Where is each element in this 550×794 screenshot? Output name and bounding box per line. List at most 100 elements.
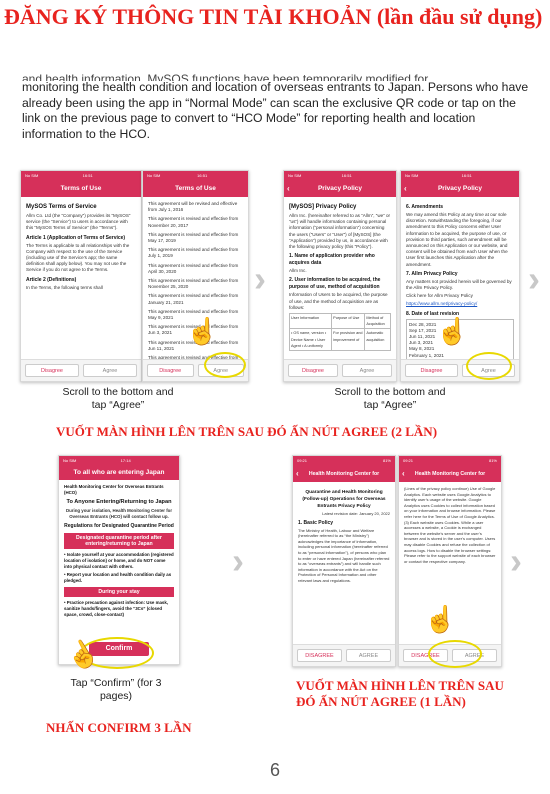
- caption-terms: Scroll to the bottom and tap “Agree”: [62, 386, 174, 411]
- tap-hand-icon: ☝: [436, 316, 469, 346]
- agree-highlight-circle: [204, 352, 246, 378]
- privacy-section-7-text-b: Click here for Allm Privacy Policy: [406, 293, 473, 299]
- revision-list: This agreement will be revised and effec…: [143, 197, 248, 374]
- privacy-section-2: 2. User information to be acquired, the …: [289, 277, 381, 291]
- hco-bullet-3: • Practice precaution against infection:…: [64, 600, 169, 617]
- qhm-basic-policy: 1. Basic Policy: [298, 519, 334, 526]
- privacy-nav-bar: ‹ Privacy Policy: [401, 181, 519, 197]
- terms-bottom-screen: No SIM 16:51 Terms of Use This agreement …: [142, 170, 249, 382]
- privacy-section-1: 1. Name of application provider who acqu…: [289, 253, 375, 267]
- agree-highlight-circle: [428, 640, 482, 668]
- terms-nav-bar: Terms of Use: [143, 181, 248, 197]
- instruction-confirm-3: NHẤN CONFIRM 3 LẦN: [46, 720, 192, 735]
- qhm-bottom-paragraph: (Lines of the privacy policy continue) U…: [404, 486, 496, 564]
- status-bar: No SIM 16:51: [143, 171, 248, 181]
- privacy-section-6-text: We may amend this Policy at any time at …: [406, 212, 508, 267]
- hco-nav-bar: To all who are entering Japan: [59, 466, 179, 480]
- privacy-section-6: 6. Amendments: [406, 204, 444, 210]
- status-carrier: No SIM: [25, 173, 39, 178]
- page-number: 6: [269, 760, 280, 780]
- terms-nav-title: Terms of Use: [60, 185, 102, 192]
- table-cell: • OS name, version • Device Name • User …: [288, 328, 333, 352]
- status-time: 16:51: [82, 173, 93, 178]
- qhm-privacy-bottom-screen: 09:21 81% ‹ Health Monitoring Center for (…: [398, 455, 502, 667]
- privacy-screen: No SIM 16:51 ‹ Privacy Policy [MySOS] Priv…: [283, 170, 397, 382]
- privacy-section-7-text: Any matters not provided herein will be …: [406, 278, 512, 291]
- terms-para-1: Allm Co. Ltd (the “Company”) provides it…: [26, 213, 131, 231]
- revision-line: This agreement is revised and effective …: [148, 247, 239, 259]
- status-bar: 09:21 81%: [399, 456, 501, 466]
- qhm-nav-title: Health Monitoring Center for: [414, 471, 486, 477]
- quarantine-period-box: Designated quarantine period after enter…: [64, 533, 174, 549]
- table-cell: For provision and improvement of: [331, 328, 366, 352]
- disagree-button[interactable]: Disagree: [25, 364, 79, 377]
- table-cell: Automatic acquisition: [364, 328, 391, 352]
- terms-footer: Disagree Agree: [21, 359, 141, 381]
- qhm-footer: DISAGREE AGREE: [293, 644, 395, 666]
- qhm-nav-bar: ‹ Health Monitoring Center for: [293, 466, 395, 482]
- agree-highlight-circle: [466, 352, 512, 380]
- disagree-button[interactable]: DISAGREE: [297, 649, 342, 662]
- privacy-nav-title: Privacy Policy: [317, 185, 363, 192]
- hco-bullet-1: • Isolate yourself at your accommodation…: [64, 552, 174, 569]
- instruction-swipe-agree-1: VUỐT MÀN HÌNH LÊN TRÊN SAU ĐÓ ẤN NÚT AGR…: [296, 678, 504, 709]
- caption-confirm: Tap “Confirm” (for 3 pages): [70, 677, 162, 702]
- revision-line: This agreement will be revised and effec…: [148, 201, 238, 213]
- privacy-section-7: 7. Allm Privacy Policy: [406, 270, 458, 277]
- agree-button[interactable]: AGREE: [346, 649, 391, 662]
- privacy-table: User Information Purpose of Use Method of …: [288, 313, 391, 352]
- revision-line: This agreement is revised and effective …: [148, 293, 239, 305]
- terms-article-1: Article 1 (Application of Terms of Servi…: [26, 234, 126, 241]
- status-bar: No SIM 16:51: [21, 171, 141, 181]
- terms-article-2: Article 2 (Definitions): [26, 276, 77, 283]
- back-icon[interactable]: ‹: [404, 181, 407, 197]
- status-bar: No SIM 16:51: [284, 171, 396, 181]
- privacy-section-1-text: Allm Inc.: [289, 268, 307, 274]
- privacy-para-1: Allm Inc. (hereinafter referred to as “A…: [289, 213, 391, 250]
- hco-heading: To Anyone Entering/Returning to Japan: [66, 499, 172, 505]
- agree-button[interactable]: Agree: [342, 364, 392, 377]
- qhm-date: Latest revision date: January 20, 2022: [322, 511, 390, 516]
- privacy-policy-link[interactable]: https://www.allm.net/privacy-policy/: [406, 301, 514, 307]
- qhm-nav-title: Health Monitoring Center for: [308, 471, 380, 477]
- hco-nav-title: To all who are entering Japan: [73, 469, 165, 476]
- hco-bullet-2: • Report your location and health condit…: [64, 572, 172, 583]
- back-icon[interactable]: ‹: [402, 466, 405, 482]
- tap-hand-icon: ☝: [186, 316, 219, 346]
- next-arrow-icon: ›: [528, 258, 540, 299]
- table-header: Purpose of Use: [331, 313, 366, 330]
- privacy-heading: [MySOS] Privacy Policy: [289, 204, 357, 210]
- privacy-nav-bar: ‹ Privacy Policy: [284, 181, 396, 197]
- instruction-swipe-agree-2: VUỐT MÀN HÌNH LÊN TRÊN SAU ĐÓ ẤN NÚT AGR…: [56, 424, 438, 439]
- agree-button[interactable]: Agree: [83, 364, 137, 377]
- disagree-button[interactable]: Disagree: [405, 364, 458, 377]
- terms-nav-title: Terms of Use: [175, 185, 216, 192]
- back-icon[interactable]: ‹: [287, 181, 290, 197]
- hco-subtitle: Health Monitoring Center for Overseas En…: [64, 484, 164, 495]
- during-stay-box: During your stay: [64, 587, 174, 597]
- qhm-nav-bar: ‹ Health Monitoring Center for: [399, 466, 501, 482]
- terms-para-3: In the Terms, the following terms shall: [26, 284, 103, 290]
- back-icon[interactable]: ‹: [296, 466, 299, 482]
- disagree-button[interactable]: Disagree: [147, 364, 194, 377]
- qhm-privacy-screen: 09:21 81% ‹ Health Monitoring Center for Q…: [292, 455, 396, 667]
- page-title: ĐĂNG KÝ THÔNG TIN TÀI KHOẢN (lần đầu sử …: [4, 4, 543, 29]
- terms-nav-bar: Terms of Use: [21, 181, 141, 197]
- next-arrow-icon: ›: [510, 540, 522, 581]
- disagree-button[interactable]: Disagree: [288, 364, 338, 377]
- next-arrow-icon: ›: [254, 258, 266, 299]
- privacy-nav-title: Privacy Policy: [437, 185, 483, 192]
- status-bar: No SIM 17:14: [59, 456, 179, 466]
- status-bar: 09:21 81%: [293, 456, 395, 466]
- revision-line: This agreement is revised and effective …: [148, 231, 239, 244]
- hco-intro: During your isolation, Health Monitoring…: [65, 508, 173, 519]
- hco-screen: No SIM 17:14 To all who are entering Japa…: [58, 455, 180, 665]
- terms-para-2: The Terms is applicable to all relations…: [26, 242, 130, 273]
- caption-privacy: Scroll to the bottom and tap “Agree”: [334, 386, 446, 411]
- intro-paragraph: monitoring the health condition and loca…: [22, 80, 529, 141]
- privacy-bottom-screen: No SIM 16:51 ‹ Privacy Policy 6. Amendment…: [400, 170, 520, 382]
- qhm-paragraph: The Ministry of Health, Labour and Welfa…: [298, 527, 390, 583]
- privacy-section-2-text: Information of Users to be acquired, the…: [289, 292, 388, 310]
- hco-regulations-heading: Regulations for Designated Quarantine Pe…: [64, 523, 174, 529]
- revision-line: This agreement is revised and effective …: [148, 278, 239, 290]
